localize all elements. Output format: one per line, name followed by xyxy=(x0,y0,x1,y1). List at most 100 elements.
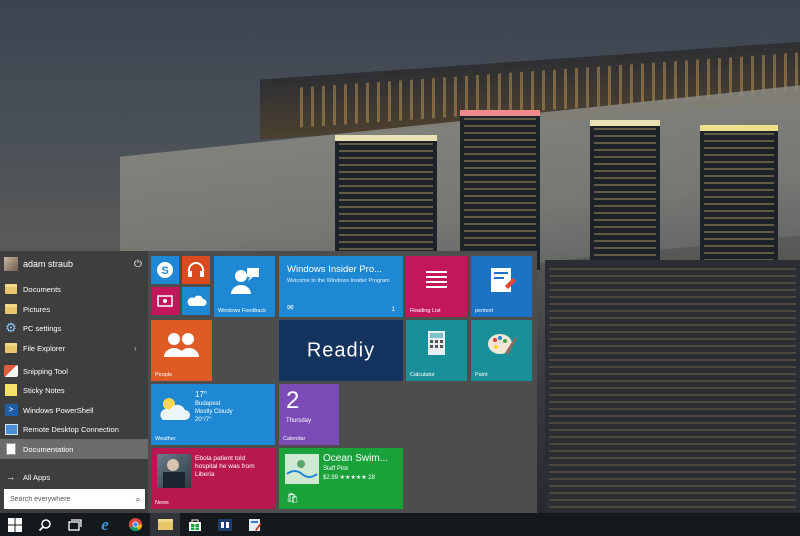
menu-item-label: Documentation xyxy=(23,444,74,454)
menu-item-label: Windows PowerShell xyxy=(23,405,94,415)
tile-people[interactable]: People xyxy=(151,320,212,381)
menu-item-pictures[interactable]: Pictures xyxy=(0,299,148,319)
search-button[interactable] xyxy=(30,513,60,536)
windows-logo-icon xyxy=(8,517,22,532)
tile-readiy[interactable]: Readiy xyxy=(279,320,403,381)
tile-store[interactable]: Ocean Swim... Staff Pick $2.99 ★★★★★ 28 … xyxy=(279,448,403,509)
file-explorer-button[interactable] xyxy=(150,513,180,536)
app-tile-icon xyxy=(218,518,232,531)
wallpaper-tower xyxy=(460,110,540,270)
chrome-button[interactable] xyxy=(120,513,150,536)
feedback-person-icon xyxy=(231,268,259,294)
menu-item-label: Documents xyxy=(23,284,61,294)
tile-label: pentext xyxy=(475,308,494,314)
menu-item-documents[interactable]: Documents xyxy=(0,279,148,299)
weather-city: Budapest xyxy=(195,401,221,407)
tile-paint[interactable]: Paint xyxy=(471,320,532,381)
tile-label: Weather xyxy=(155,436,176,442)
all-apps-label: All Apps xyxy=(23,472,51,482)
start-button[interactable] xyxy=(0,513,30,536)
menu-item-label: Pictures xyxy=(23,304,51,314)
task-view-button[interactable] xyxy=(60,513,90,536)
insider-title: Windows Insider Pro... xyxy=(287,264,383,275)
tile-label: Paint xyxy=(475,372,488,378)
tile-calculator[interactable]: Calculator xyxy=(406,320,467,381)
wallpaper-tower xyxy=(335,135,437,265)
store-bag-icon xyxy=(189,519,201,531)
app-button[interactable] xyxy=(210,513,240,536)
internet-explorer-icon: e xyxy=(101,514,109,534)
all-apps-button[interactable]: → All Apps xyxy=(0,467,148,487)
powershell-icon: > xyxy=(3,402,19,418)
wallpaper-lower-city xyxy=(545,260,800,513)
avatar xyxy=(4,257,18,271)
news-thumbnail xyxy=(157,454,191,488)
menu-item-sticky-notes[interactable]: Sticky Notes xyxy=(0,380,148,400)
weather-temp: 17° xyxy=(195,390,208,399)
svg-text:S: S xyxy=(161,265,168,277)
tile-windows-insider[interactable]: Windows Insider Pro... Welcome to the Wi… xyxy=(279,256,403,317)
menu-item-label: Remote Desktop Connection xyxy=(23,424,119,434)
menu-item-file-explorer[interactable]: File Explorer › xyxy=(0,338,148,358)
document-icon xyxy=(3,441,19,457)
people-icon xyxy=(164,333,199,357)
chrome-icon xyxy=(128,517,142,532)
menu-item-label: Snipping Tool xyxy=(23,366,68,376)
user-row[interactable]: adam straub ⏻ xyxy=(0,251,148,277)
skype-icon: S xyxy=(157,262,173,278)
tile-music[interactable] xyxy=(182,256,210,284)
mail-icon: ✉ xyxy=(287,303,294,312)
menu-item-documentation[interactable]: Documentation xyxy=(0,439,148,459)
tile-skype[interactable]: S xyxy=(151,256,179,284)
tile-label: News xyxy=(155,500,169,506)
tile-news[interactable]: Ebola patient told hospital he was from … xyxy=(151,448,275,509)
tile-label: Calendar xyxy=(283,436,306,442)
search-box[interactable]: ⌕ xyxy=(4,489,145,509)
menu-item-snipping-tool[interactable]: Snipping Tool xyxy=(0,361,148,381)
tile-calendar[interactable]: 2 Thursday Calendar xyxy=(279,384,339,445)
folder-icon xyxy=(3,340,19,356)
search-icon xyxy=(38,518,51,531)
reading-list-icon xyxy=(426,271,447,288)
search-input[interactable] xyxy=(4,490,131,508)
insider-count: 1 xyxy=(391,307,395,313)
folder-icon xyxy=(3,281,19,297)
task-view-icon xyxy=(68,518,82,531)
readiy-wordmark: Readiy xyxy=(306,339,376,361)
menu-item-pc-settings[interactable]: ⚙ PC settings xyxy=(0,318,148,338)
gear-icon: ⚙ xyxy=(5,320,17,335)
user-name: adam straub xyxy=(23,259,74,269)
search-icon[interactable]: ⌕ xyxy=(131,494,145,505)
taskbar: e xyxy=(0,513,800,536)
menu-item-label: File Explorer xyxy=(23,343,66,353)
video-icon xyxy=(157,295,173,307)
store-button[interactable] xyxy=(180,513,210,536)
tile-pentext[interactable]: pentext xyxy=(471,256,532,317)
tile-reading-list[interactable]: Reading List xyxy=(406,256,467,317)
start-menu: adam straub ⏻ Documents Pictures ⚙ PC se… xyxy=(0,251,537,513)
tile-label: Calculator xyxy=(410,372,435,378)
snipping-tool-icon xyxy=(3,363,19,379)
weather-condition: Mostly Cloudy xyxy=(195,409,233,415)
tile-label: Windows Feedback xyxy=(218,308,266,314)
pentext-icon xyxy=(491,268,516,292)
headphones-icon xyxy=(188,262,204,277)
tile-weather[interactable]: 17° Budapest Mostly Cloudy 20°/7° Weathe… xyxy=(151,384,275,445)
menu-item-remote-desktop[interactable]: Remote Desktop Connection xyxy=(0,419,148,439)
menu-item-label: PC settings xyxy=(23,323,62,333)
power-icon[interactable]: ⏻ xyxy=(128,259,148,270)
tile-video[interactable] xyxy=(151,287,179,315)
paint-button[interactable] xyxy=(240,513,270,536)
calculator-icon xyxy=(428,331,445,355)
arrow-right-icon: → xyxy=(6,472,15,482)
store-pick: Staff Pick xyxy=(323,466,349,472)
tile-onedrive[interactable] xyxy=(182,287,210,315)
tile-windows-feedback[interactable]: Windows Feedback xyxy=(214,256,275,317)
menu-item-powershell[interactable]: > Windows PowerShell xyxy=(0,400,148,420)
insider-subtitle: Welcome to the Windows Insider Program xyxy=(287,278,390,284)
paint-icon xyxy=(249,518,262,531)
internet-explorer-button[interactable]: e xyxy=(90,513,120,536)
remote-desktop-icon xyxy=(3,421,19,437)
folder-icon xyxy=(157,519,173,530)
chevron-right-icon[interactable]: › xyxy=(134,344,148,353)
